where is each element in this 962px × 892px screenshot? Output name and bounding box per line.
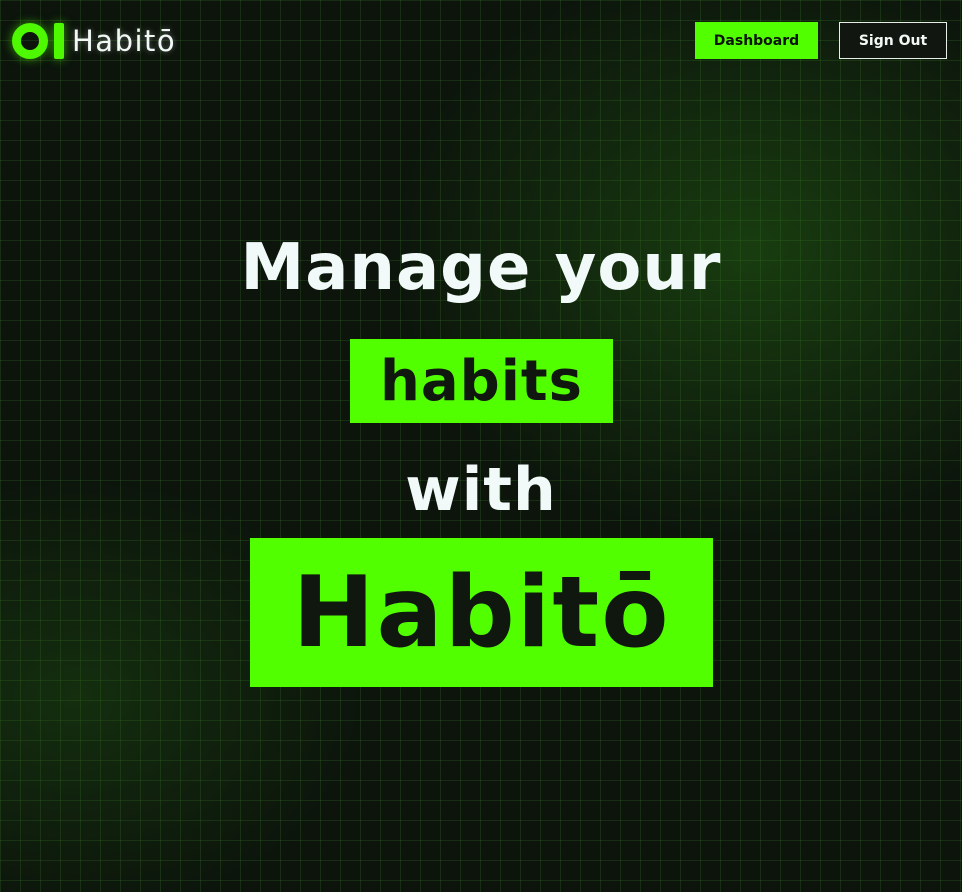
dashboard-button[interactable]: Dashboard bbox=[695, 22, 818, 59]
hero-heading-line1: Manage your bbox=[240, 231, 722, 305]
hero-section: Manage your habits with Habitō bbox=[0, 220, 962, 700]
brand-name: Habitō bbox=[72, 24, 177, 58]
top-navbar: Habitō Dashboard Sign Out bbox=[0, 0, 962, 84]
logo-ring-shape bbox=[12, 23, 48, 59]
sign-out-button[interactable]: Sign Out bbox=[839, 22, 947, 59]
hero-highlight-brand: Habitō bbox=[250, 538, 713, 687]
logo-bar-shape bbox=[54, 23, 64, 59]
habito-logo-icon bbox=[12, 21, 66, 61]
brand-logo-link[interactable]: Habitō bbox=[12, 20, 176, 62]
hero-highlight-habits: habits bbox=[350, 339, 613, 423]
hero-heading-line3: with bbox=[405, 455, 557, 525]
